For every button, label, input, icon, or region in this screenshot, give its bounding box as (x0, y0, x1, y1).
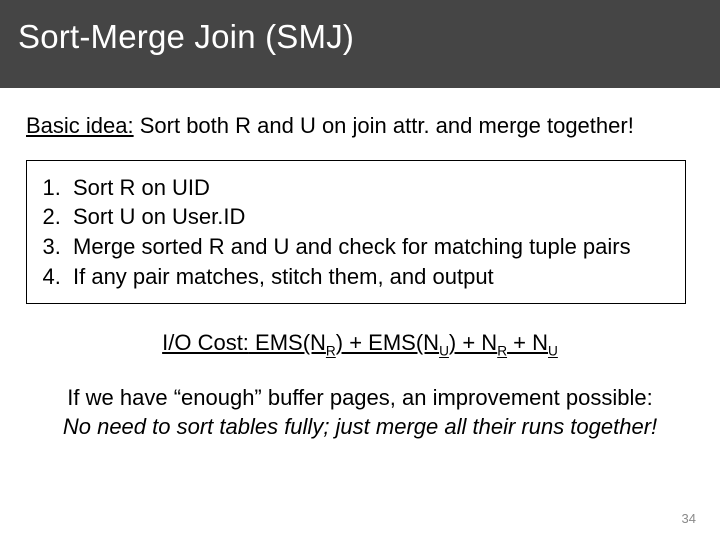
slide: Sort-Merge Join (SMJ) Basic idea: Sort b… (0, 0, 720, 540)
io-cost-line: I/O Cost: EMS(NR) + EMS(NU) + NR + NU (26, 330, 694, 358)
page-number: 34 (682, 511, 696, 526)
list-item: Sort R on UID (67, 173, 671, 203)
steps-list: Sort R on UID Sort U on User.ID Merge so… (41, 173, 671, 292)
slide-title: Sort-Merge Join (SMJ) (18, 18, 702, 56)
steps-box: Sort R on UID Sort U on User.ID Merge so… (26, 160, 686, 305)
basic-idea-text: Sort both R and U on join attr. and merg… (134, 113, 634, 138)
title-band: Sort-Merge Join (SMJ) (0, 0, 720, 88)
list-item: Merge sorted R and U and check for match… (67, 232, 671, 262)
improvement-line1: If we have “enough” buffer pages, an imp… (67, 385, 652, 410)
io-cost-label: I/O Cost: (162, 330, 249, 355)
basic-idea-label: Basic idea: (26, 113, 134, 138)
improvement-note: If we have “enough” buffer pages, an imp… (30, 383, 690, 442)
list-item: If any pair matches, stitch them, and ou… (67, 262, 671, 292)
slide-content: Basic idea: Sort both R and U on join at… (0, 88, 720, 442)
basic-idea-line: Basic idea: Sort both R and U on join at… (26, 112, 694, 140)
improvement-line2: No need to sort tables fully; just merge… (63, 414, 657, 439)
list-item: Sort U on User.ID (67, 202, 671, 232)
io-cost-formula: EMS(NR) + EMS(NU) + NR + NU (249, 330, 558, 355)
